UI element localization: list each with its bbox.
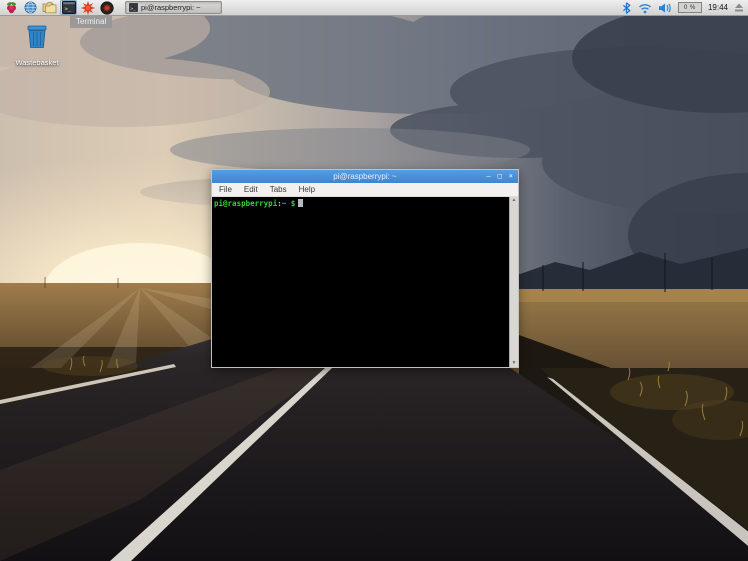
wifi-icon[interactable]: [638, 2, 652, 14]
prompt-user-host: pi@raspberrypi: [214, 199, 278, 208]
launcher-area: >_ >_ pi@raspberrypi: ~: [0, 0, 222, 15]
raspberry-menu-icon: [7, 2, 16, 14]
system-tray: 0 % 19:44: [621, 1, 748, 14]
terminal-window: pi@raspberrypi: ~ – □ × File Edit Tabs H…: [211, 169, 519, 368]
desktop: >_ >_ pi@raspberrypi: ~ 0 % 19:44 Termin…: [0, 0, 748, 561]
menu-edit[interactable]: Edit: [244, 185, 258, 194]
web-browser-launcher[interactable]: [22, 0, 39, 15]
terminal-icon: >_: [61, 1, 76, 14]
terminal-launcher[interactable]: >_: [60, 0, 77, 15]
window-controls: – □ ×: [486, 170, 513, 183]
clock[interactable]: 19:44: [708, 3, 728, 12]
prompt-symbol: $: [290, 199, 296, 208]
scroll-up-icon[interactable]: ▲: [512, 198, 517, 203]
mathematica-icon: [80, 0, 95, 15]
launcher-tooltip: Terminal: [70, 15, 113, 28]
scroll-down-icon[interactable]: ▼: [512, 361, 517, 366]
window-title: pi@raspberrypi: ~: [333, 172, 397, 181]
menu-tabs[interactable]: Tabs: [270, 185, 287, 194]
volume-icon[interactable]: [658, 2, 672, 14]
terminal-menubar: File Edit Tabs Help: [212, 183, 518, 197]
wastebasket-icon: [27, 25, 47, 48]
cpu-usage-monitor: 0 %: [677, 2, 702, 13]
cpu-usage-value: 0 %: [684, 4, 696, 11]
wolfram-icon: [99, 0, 114, 15]
close-button[interactable]: ×: [509, 170, 513, 183]
mathematica-launcher[interactable]: [79, 0, 96, 15]
terminal-prompt-line: pi@raspberrypi:~ $: [212, 197, 509, 367]
file-manager-icon: [42, 2, 57, 14]
terminal-mini-icon: >_: [129, 3, 138, 12]
svg-text:>_: >_: [64, 7, 71, 13]
wastebasket-desktop-icon[interactable]: Wastebasket: [4, 23, 70, 67]
terminal-scrollbar[interactable]: ▲ ▼: [509, 197, 518, 367]
minimize-button[interactable]: –: [486, 170, 490, 183]
terminal-content[interactable]: pi@raspberrypi:~ $ ▲ ▼: [212, 197, 518, 367]
taskbar-window-button[interactable]: >_ pi@raspberrypi: ~: [125, 1, 222, 14]
terminal-cursor: [298, 199, 304, 207]
svg-text:>_: >_: [130, 7, 136, 12]
maximize-button[interactable]: □: [498, 170, 502, 183]
eject-icon[interactable]: [734, 2, 744, 13]
window-titlebar[interactable]: pi@raspberrypi: ~ – □ ×: [212, 170, 518, 183]
globe-browser-icon: [24, 1, 37, 14]
bluetooth-icon[interactable]: [621, 1, 632, 14]
taskbar-panel: >_ >_ pi@raspberrypi: ~ 0 % 19:44: [0, 0, 748, 16]
wastebasket-label: Wastebasket: [15, 58, 59, 67]
menu-help[interactable]: Help: [299, 185, 315, 194]
file-manager-launcher[interactable]: [41, 0, 58, 15]
menu-file[interactable]: File: [219, 185, 232, 194]
wolfram-launcher[interactable]: [98, 0, 115, 15]
taskbar-window-label: pi@raspberrypi: ~: [141, 3, 201, 12]
menu-button[interactable]: [3, 0, 20, 15]
